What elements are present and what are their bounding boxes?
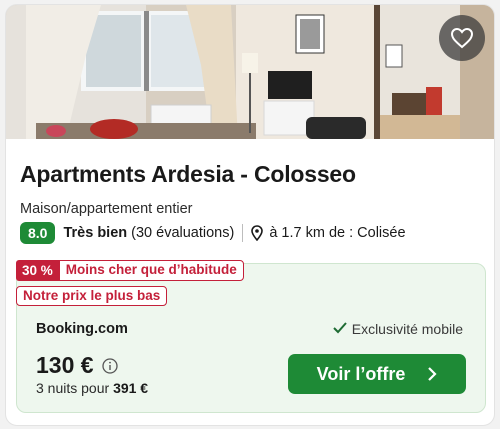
view-offer-button[interactable]: Voir l’offre	[288, 354, 466, 394]
discount-badge: 30 % Moins cher que d’habitude	[16, 260, 244, 281]
chevron-right-icon	[427, 367, 437, 381]
info-icon[interactable]	[101, 357, 118, 374]
distance-text: à 1.7 km de : Colisée	[269, 225, 406, 241]
exclusive-label: Exclusivité mobile	[351, 321, 463, 337]
nights-prefix: 3 nuits pour	[36, 380, 110, 396]
favorite-button[interactable]	[439, 15, 485, 61]
rating-row: 8.0 Très bien (30 évaluations) à 1.7 km …	[20, 222, 406, 244]
rating-word: Très bien	[63, 225, 128, 241]
map-pin-icon	[251, 225, 264, 241]
heart-icon	[450, 27, 474, 49]
mobile-exclusive: Exclusivité mobile	[333, 321, 463, 337]
provider-name: Booking.com	[36, 321, 128, 337]
review-count: (30 évaluations)	[131, 225, 235, 241]
hotel-title[interactable]: Apartments Ardesia - Colosseo	[20, 161, 356, 188]
discount-label: Moins cher que d’habitude	[58, 260, 244, 281]
rating-score-badge: 8.0	[20, 222, 56, 244]
property-type: Maison/appartement entier	[20, 201, 193, 217]
divider	[242, 224, 244, 242]
hotel-card[interactable]: Apartments Ardesia - Colosseo Maison/app…	[5, 4, 495, 426]
total-price: 3 nuits pour 391 €	[36, 380, 148, 396]
check-icon	[333, 321, 352, 337]
view-offer-label: Voir l’offre	[316, 363, 406, 384]
discount-percent: 30 %	[16, 260, 59, 281]
total-value: 391 €	[113, 380, 149, 396]
nightly-price: 130 €	[36, 352, 118, 379]
lowest-price-badge: Notre prix le plus bas	[16, 286, 168, 306]
hotel-photo[interactable]	[6, 5, 494, 139]
deal-badges: 30 % Moins cher que d’habitude Notre pri…	[16, 260, 244, 306]
price-value: 130 €	[36, 352, 94, 378]
